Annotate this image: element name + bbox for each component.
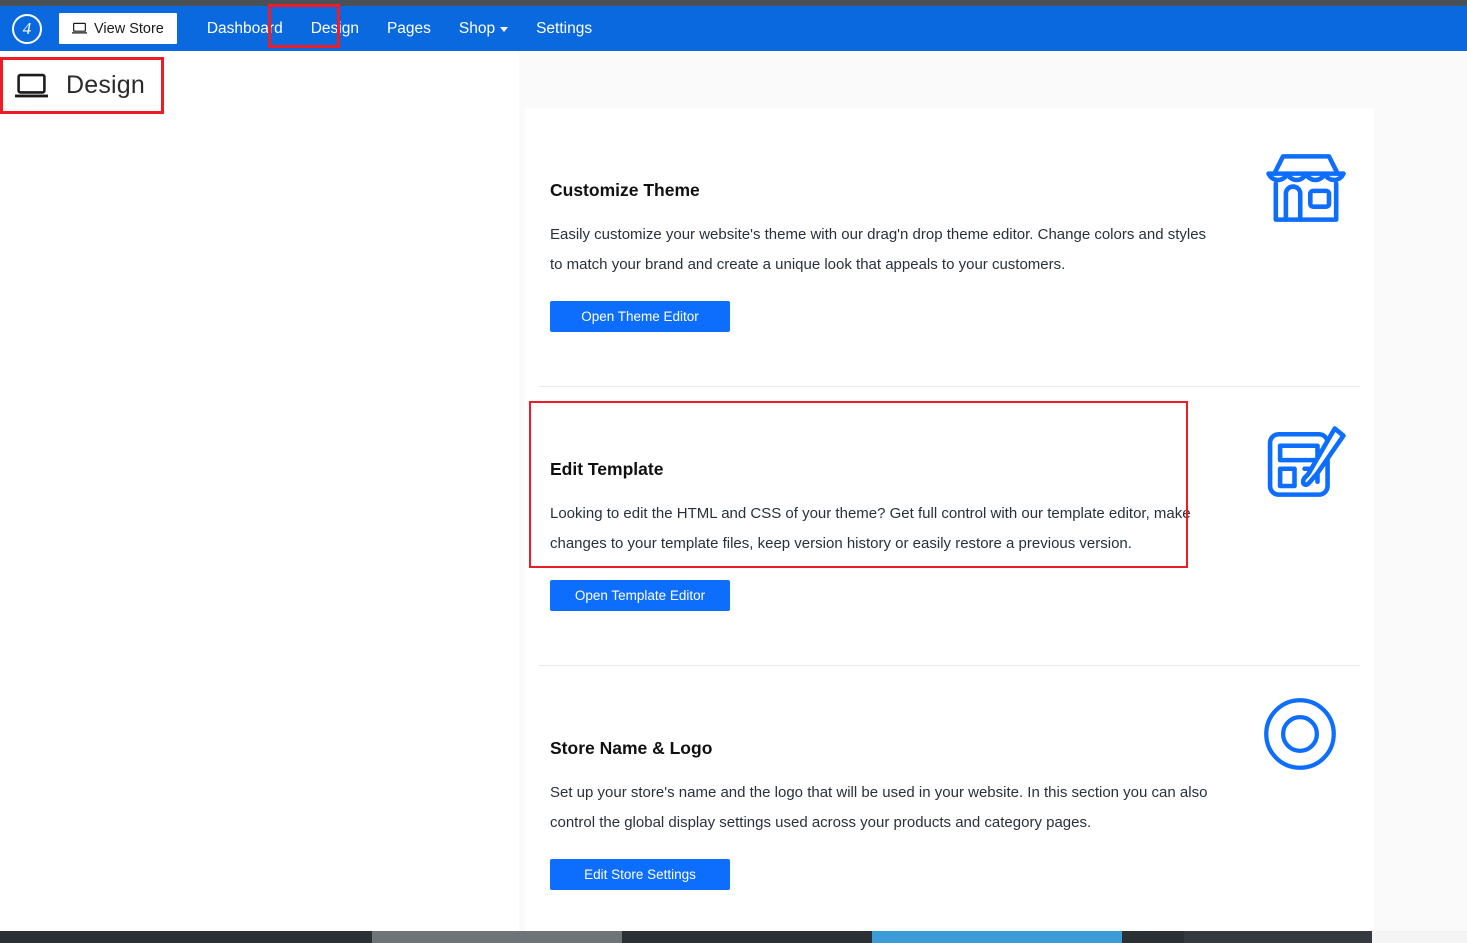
taskbar-segment-active[interactable] [872, 931, 1122, 943]
taskbar-segment[interactable] [622, 931, 872, 943]
concentric-circle-icon [1260, 694, 1352, 786]
page-canvas: Customize Theme Easily customize your we… [0, 51, 1467, 943]
store-name-logo-title: Store Name & Logo [550, 738, 713, 758]
edit-template-description: Looking to edit the HTML and CSS of your… [550, 505, 1191, 552]
taskbar-segment[interactable] [1184, 931, 1372, 943]
nav-item-dashboard-label: Dashboard [206, 19, 283, 37]
nav-item-design[interactable]: Design [297, 6, 373, 51]
storefront-icon [1260, 142, 1352, 234]
view-store-label: View Store [94, 20, 164, 37]
page-title: Design [66, 71, 146, 99]
section-store-name-logo: Store Name & Logo Set up your store's na… [525, 666, 1374, 943]
store-name-logo-description: Set up your store's name and the logo th… [550, 784, 1208, 831]
nav-item-shop[interactable]: Shop [445, 6, 522, 51]
customize-theme-description: Easily customize your website's theme wi… [550, 226, 1207, 273]
laptop-icon [72, 22, 87, 35]
nav-item-settings[interactable]: Settings [522, 6, 606, 51]
chevron-down-icon [500, 27, 509, 32]
taskbar-segment[interactable] [1122, 931, 1184, 943]
open-template-editor-button[interactable]: Open Template Editor [550, 580, 730, 611]
taskbar-segment[interactable] [372, 931, 622, 943]
nav-item-pages-label: Pages [386, 19, 431, 37]
edit-template-title: Edit Template [550, 459, 664, 479]
edit-store-settings-button[interactable]: Edit Store Settings [550, 859, 730, 890]
step-badge-4: 4 [12, 13, 42, 44]
nav-item-dashboard[interactable]: Dashboard [193, 6, 297, 51]
customize-theme-title: Customize Theme [550, 180, 700, 200]
view-store-button[interactable]: View Store [59, 13, 177, 44]
taskbar-segment [1372, 931, 1467, 943]
nav-item-settings-label: Settings [536, 19, 593, 37]
nav-item-pages[interactable]: Pages [373, 6, 445, 51]
nav-item-shop-label: Shop [458, 19, 496, 37]
nav-links: Dashboard Design Pages Shop Settings [193, 6, 606, 51]
section-customize-theme: Customize Theme Easily customize your we… [525, 108, 1374, 386]
app-window: 4 View Store Dashboard Design Pages Shop [0, 0, 1467, 943]
top-navigation-bar: 4 View Store Dashboard Design Pages Shop [0, 6, 1467, 51]
page-title-block: Design [0, 57, 164, 114]
template-brush-icon [1260, 417, 1352, 509]
nav-item-design-label: Design [310, 19, 359, 37]
left-white-pane [0, 51, 519, 931]
open-theme-editor-button[interactable]: Open Theme Editor [550, 301, 730, 332]
os-taskbar [0, 931, 1467, 943]
laptop-icon [15, 73, 48, 99]
section-edit-template: Edit Template Looking to edit the HTML a… [525, 387, 1374, 665]
taskbar-segment [0, 931, 372, 943]
design-settings-card: Customize Theme Easily customize your we… [525, 108, 1374, 943]
